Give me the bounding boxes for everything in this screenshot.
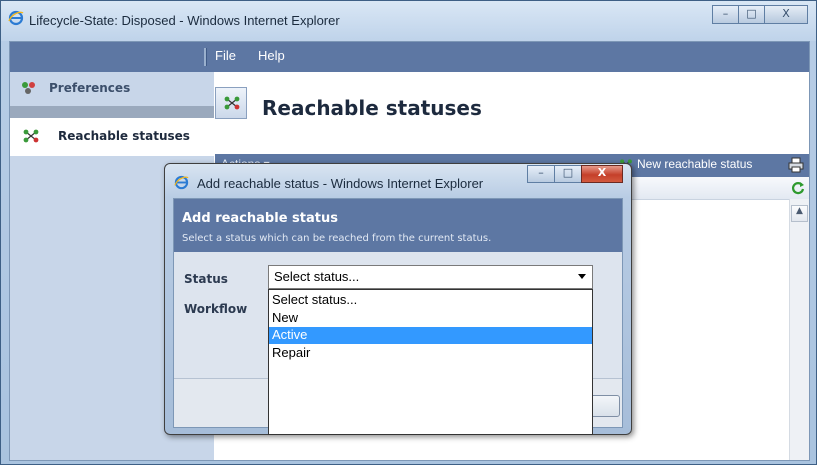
sidebar-top-bar [10,42,214,72]
close-icon: X [597,166,607,179]
dialog-heading: Add reachable status [182,211,338,226]
dialog-header: Add reachable status Select a status whi… [174,199,622,252]
sidebar-item-label: Reachable statuses [58,129,190,143]
refresh-icon[interactable] [791,181,805,195]
window-title: Lifecycle-State: Disposed - Windows Inte… [29,13,340,28]
maximize-button[interactable]: □ [738,5,765,24]
close-icon: X [782,7,790,20]
window-caption-buttons: – □ X [712,5,808,25]
maximize-icon: □ [562,166,574,179]
internet-explorer-icon [8,10,24,26]
dialog-window-title: Add reachable status - Windows Internet … [197,176,484,191]
menu-item-help[interactable]: Help [258,48,285,63]
dialog-close-button[interactable]: X [581,165,623,183]
sidebar-item-label: Preferences [49,81,131,95]
dialog-maximize-button[interactable]: □ [554,165,582,183]
preferences-icon [22,82,35,94]
vertical-scrollbar[interactable]: ▲ [789,199,809,460]
status-select[interactable]: Select status... [268,265,593,289]
maximize-icon: □ [746,7,757,20]
sidebar-divider [10,106,214,118]
new-reachable-status-label: New reachable status [637,157,753,171]
window-titlebar[interactable]: Lifecycle-State: Disposed - Windows Inte… [1,1,816,41]
sidebar-item-reachable-statuses[interactable]: Reachable statuses [10,118,220,156]
dialog-minimize-button[interactable]: – [527,165,555,183]
status-dropdown-list: Select status... New Active Repair [268,289,593,435]
chevron-down-icon [578,274,586,279]
dialog-footer-button[interactable] [590,395,620,417]
minimize-icon: – [538,166,544,179]
minimize-button[interactable]: – [712,5,739,24]
minimize-icon: – [722,7,729,20]
page-title: Reachable statuses [262,96,482,120]
page-icon-box [215,87,247,119]
status-option-new[interactable]: New [269,310,592,327]
menu-bar: File Help [202,42,809,72]
dialog-subheading: Select a status which can be reached fro… [182,233,492,244]
dialog-caption-buttons: – □ X [527,165,623,183]
sidebar-item-preferences[interactable]: Preferences [10,72,214,106]
menu-grip [204,48,207,66]
status-label: Status [184,272,228,286]
scroll-up-icon: ▲ [796,206,803,216]
reachable-statuses-icon [224,96,240,110]
status-option-select-status[interactable]: Select status... [269,292,592,309]
status-select-value: Select status... [274,269,360,284]
print-icon[interactable] [788,157,804,173]
scroll-up-button[interactable]: ▲ [791,205,808,222]
close-button[interactable]: X [764,5,808,24]
internet-explorer-icon [174,175,189,190]
status-option-active[interactable]: Active [269,327,592,344]
new-reachable-status-button[interactable]: New reachable status [619,157,752,171]
menu-item-file[interactable]: File [215,48,236,63]
reachable-statuses-icon [23,129,39,143]
workflow-label: Workflow [184,302,248,316]
status-option-repair[interactable]: Repair [269,345,592,362]
